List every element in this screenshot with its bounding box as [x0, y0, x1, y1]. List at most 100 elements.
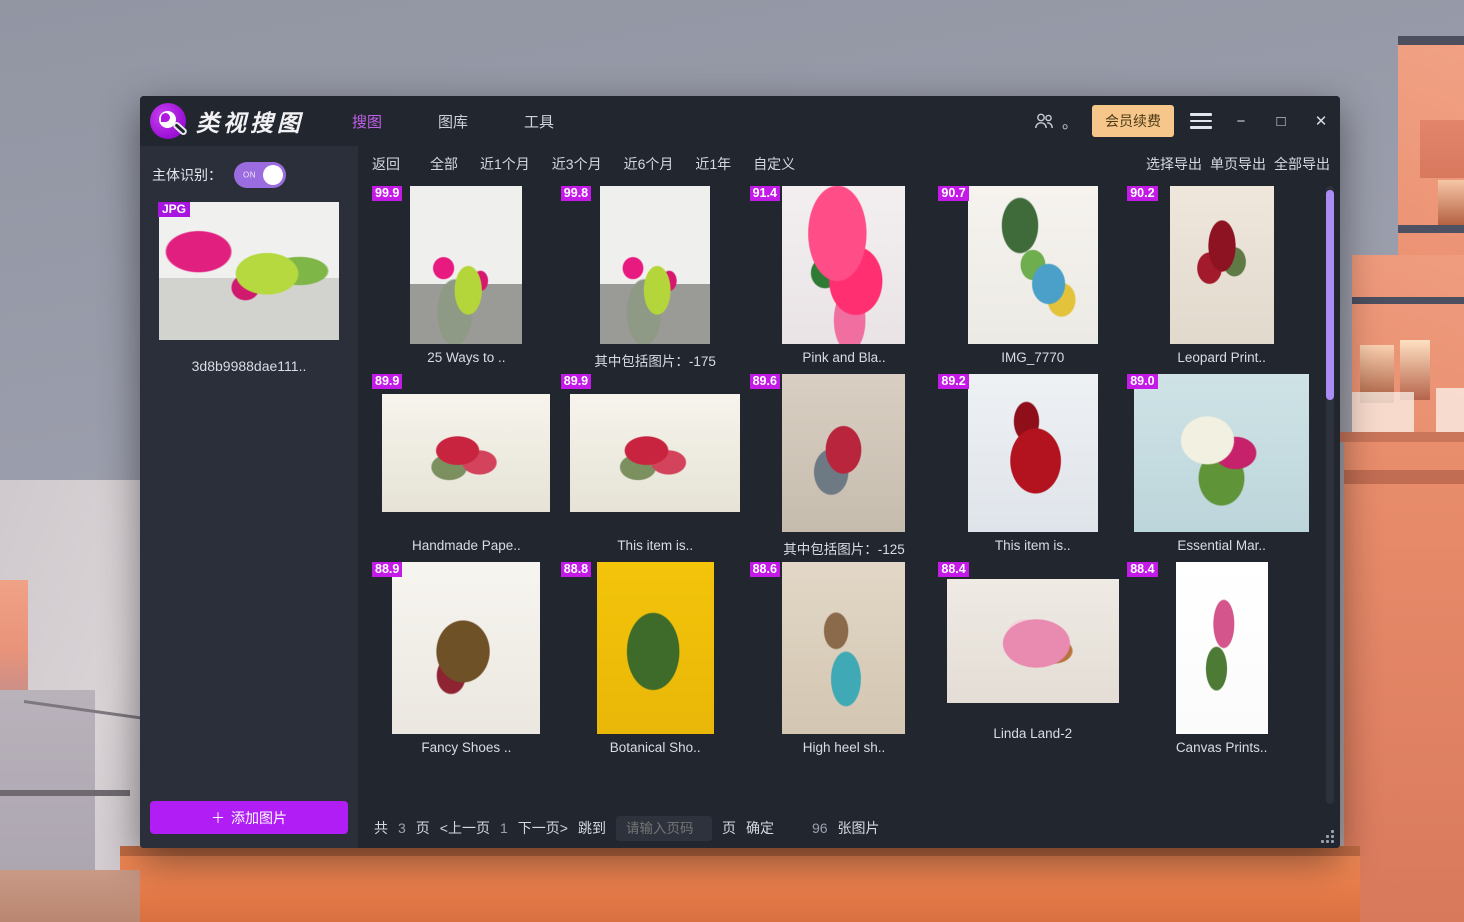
building-right-roof [1398, 36, 1464, 45]
subject-detection-toggle[interactable]: ON [234, 162, 286, 188]
results-scrollbar-thumb[interactable] [1326, 190, 1334, 400]
window-body: 主体识别： ON JPG 3d8b9988dae111.. ＋ 添加图片 返回 [140, 146, 1340, 848]
result-thumbnail[interactable] [600, 186, 711, 344]
building-right-shadow [1344, 470, 1464, 484]
export-all[interactable]: 全部导出 [1274, 154, 1330, 174]
filter-6-months[interactable]: 近6个月 [624, 154, 674, 174]
users-icon[interactable]: 。 [1034, 109, 1078, 133]
result-item[interactable]: 90.7 IMG_7770 [938, 186, 1127, 374]
app-title: 类视搜图 [196, 111, 304, 136]
result-thumbnail[interactable] [1134, 374, 1310, 532]
building-right-railing-a [1352, 392, 1414, 434]
result-thumbnail[interactable] [967, 186, 1098, 344]
close-button[interactable]: ✕ [1308, 108, 1334, 134]
result-item[interactable]: 89.0 Essential Mar.. [1127, 374, 1316, 562]
filter-3-months[interactable]: 近3个月 [552, 154, 602, 174]
result-item[interactable]: 89.6 其中包括图片：-125 [749, 374, 939, 562]
result-thumbnail-box[interactable]: 89.9 [560, 374, 750, 532]
result-thumbnail-box[interactable]: 88.9 [372, 562, 561, 734]
result-thumbnail[interactable] [382, 394, 551, 512]
filter-back[interactable]: 返回 [372, 154, 400, 174]
result-item[interactable]: 89.9 Handmade Pape.. [372, 374, 561, 562]
result-thumbnail-box[interactable]: 99.9 [372, 186, 561, 344]
result-thumbnail-box[interactable]: 89.9 [372, 374, 561, 532]
hamburger-icon[interactable] [1188, 108, 1214, 134]
filter-all[interactable]: 全部 [430, 154, 458, 174]
result-thumbnail[interactable] [946, 579, 1119, 703]
page-number-input[interactable] [615, 815, 712, 841]
tab-gallery[interactable]: 图库 [438, 111, 468, 132]
result-item[interactable]: 88.4 Linda Land-2 [938, 562, 1127, 759]
result-label: Essential Mar.. [1177, 538, 1266, 553]
result-label: This item is.. [994, 538, 1071, 553]
filter-custom[interactable]: 自定义 [753, 154, 795, 174]
result-thumbnail-box[interactable]: 88.4 [1127, 562, 1316, 734]
pager-prev-button[interactable]: <上一页 [440, 818, 490, 838]
similarity-score-badge: 89.6 [749, 374, 780, 389]
pager-total-prefix: 共 [374, 820, 388, 836]
pager-total-pages: 3 [398, 820, 406, 836]
result-thumbnail-box[interactable]: 91.4 [749, 186, 939, 344]
result-thumbnail-box[interactable]: 88.4 [938, 562, 1127, 720]
result-item[interactable]: 88.4 Canvas Prints.. [1127, 562, 1316, 759]
result-thumbnail-box[interactable]: 90.2 [1127, 186, 1316, 344]
result-thumbnail[interactable] [967, 374, 1098, 532]
result-item[interactable]: 88.9 Fancy Shoes .. [372, 562, 561, 759]
query-image-thumbnail[interactable] [159, 202, 339, 340]
result-item[interactable]: 88.6 High heel sh.. [749, 562, 939, 759]
result-item[interactable]: 99.8 其中包括图片：-175 [560, 186, 750, 374]
result-thumbnail[interactable] [392, 562, 541, 734]
result-item[interactable]: 89.9 This item is.. [560, 374, 750, 562]
result-thumbnail-box[interactable]: 88.6 [749, 562, 939, 734]
results-panel: 返回 全部 近1个月 近3个月 近6个月 近1年 自定义 选择导出 单页导出 全… [358, 146, 1340, 848]
result-label: IMG_7770 [1001, 350, 1065, 365]
export-selected[interactable]: 选择导出 [1146, 154, 1202, 174]
building-right-balcony-upper [1398, 225, 1464, 233]
result-thumbnail-box[interactable]: 89.2 [938, 374, 1127, 532]
result-thumbnail[interactable] [1175, 562, 1268, 734]
add-image-button[interactable]: ＋ 添加图片 [150, 801, 348, 834]
results-scrollbar-track[interactable] [1326, 186, 1334, 804]
tab-search-image[interactable]: 搜图 [352, 111, 382, 132]
result-thumbnail[interactable] [1169, 186, 1274, 344]
result-thumbnail[interactable] [782, 374, 906, 532]
minimize-button[interactable]: − [1228, 108, 1254, 134]
filter-1-month[interactable]: 近1个月 [480, 154, 530, 174]
magnifier-handle-icon [171, 120, 189, 137]
filter-1-year[interactable]: 近1年 [695, 154, 731, 174]
result-thumbnail[interactable] [570, 394, 741, 512]
pager-next-button[interactable]: 下一页> [518, 818, 568, 838]
tab-tools[interactable]: 工具 [524, 111, 554, 132]
sidebar: 主体识别： ON JPG 3d8b9988dae111.. ＋ 添加图片 [140, 146, 358, 848]
result-thumbnail[interactable] [410, 186, 523, 344]
pager-jump-label: 跳到 [577, 820, 606, 836]
format-badge: JPG [158, 202, 191, 217]
result-thumbnail-box[interactable]: 89.6 [749, 374, 939, 532]
result-thumbnail-box[interactable]: 90.7 [938, 186, 1127, 344]
vip-renew-button[interactable]: 会员续费 [1092, 105, 1174, 137]
result-item[interactable]: 89.2 This item is.. [938, 374, 1127, 562]
export-group: 选择导出 单页导出 全部导出 [1146, 154, 1330, 174]
pager-confirm-button[interactable]: 确定 [746, 818, 774, 838]
result-thumbnail[interactable] [782, 186, 906, 344]
results-grid-area: 99.9 25 Ways to .. 99.8 其中包括图片：-175 91.4 Pink… [358, 182, 1340, 808]
app-window: 类视搜图 搜图 图库 工具 。 会员续费 − □ ✕ 主体识别： ON JPG … [140, 96, 1340, 848]
result-item[interactable]: 90.2 Leopard Print.. [1127, 186, 1316, 374]
result-thumbnail[interactable] [596, 562, 714, 734]
query-image-wrapper[interactable]: JPG [140, 198, 358, 340]
building-left-wall-edge [0, 790, 130, 796]
maximize-button[interactable]: □ [1268, 108, 1294, 134]
result-thumbnail[interactable] [782, 562, 906, 734]
pager-page-unit-2: 页 [721, 820, 736, 836]
add-image-label: 添加图片 [231, 809, 287, 826]
result-thumbnail-box[interactable]: 89.0 [1127, 374, 1316, 532]
result-item[interactable]: 88.8 Botanical Sho.. [560, 562, 750, 759]
resize-grip-icon[interactable] [1321, 830, 1334, 843]
similarity-score-badge: 88.4 [1127, 562, 1158, 577]
result-item[interactable]: 91.4 Pink and Bla.. [749, 186, 939, 374]
export-page[interactable]: 单页导出 [1210, 154, 1266, 174]
result-thumbnail-box[interactable]: 88.8 [560, 562, 750, 734]
results-grid: 99.9 25 Ways to .. 99.8 其中包括图片：-175 91.4 Pink… [358, 182, 1340, 759]
result-thumbnail-box[interactable]: 99.8 [560, 186, 750, 344]
result-item[interactable]: 99.9 25 Ways to .. [372, 186, 561, 374]
